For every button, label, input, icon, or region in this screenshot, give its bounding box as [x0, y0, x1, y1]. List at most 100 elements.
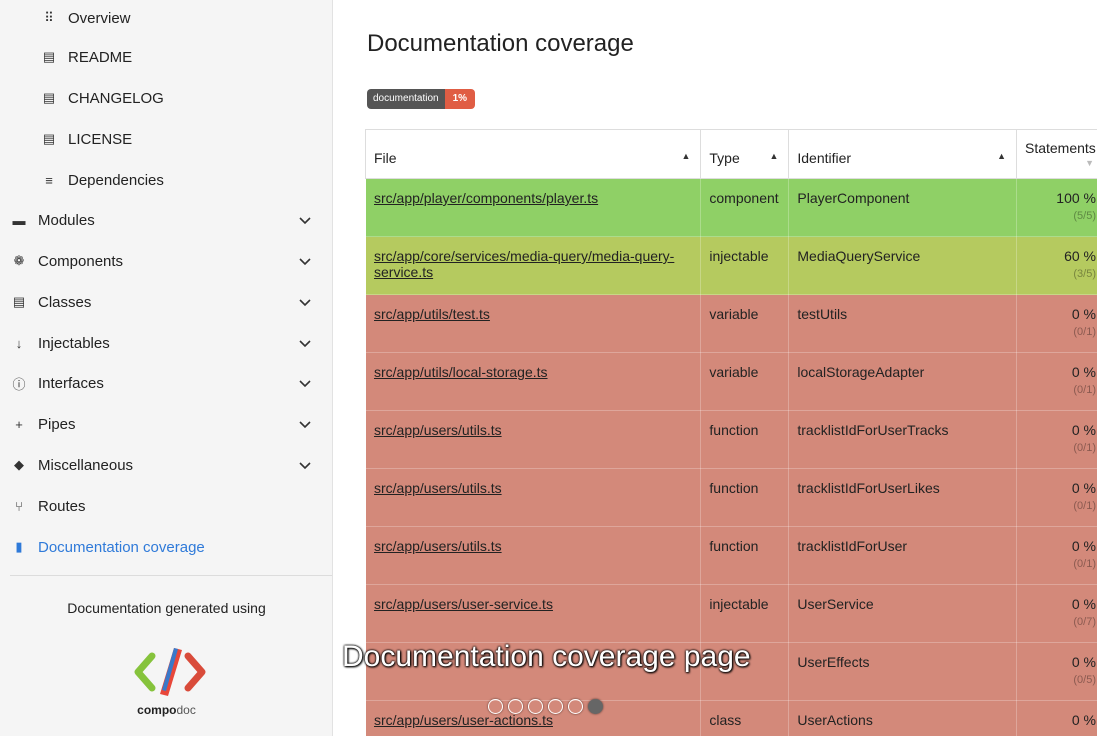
statements-cell: 0 % (0/7): [1015, 584, 1097, 643]
chevron-down-icon[interactable]: [297, 212, 313, 228]
chevron-down-icon[interactable]: [297, 416, 313, 432]
statements-percent: 60 %: [1064, 248, 1096, 264]
identifier-cell: PlayerComponent: [788, 178, 1017, 237]
page-title: Documentation coverage: [367, 30, 634, 57]
sidebar-item-label: Classes: [38, 293, 92, 311]
identifier-cell: testUtils: [788, 294, 1017, 353]
file-link[interactable]: src/app/users/user-service.ts: [374, 596, 553, 612]
file-icon: ▤: [12, 294, 26, 309]
info-icon: ⓘ: [12, 376, 26, 392]
header-label: Type: [709, 150, 740, 166]
column-header-statements[interactable]: Statements ▼: [1015, 129, 1097, 179]
table-header-row: File ▲ Type ▲ Identifier ▲ Statements ▼: [364, 129, 1097, 179]
identifier-cell: MediaQueryService: [788, 236, 1017, 295]
file-link[interactable]: src/app/users/user-actions.ts: [374, 712, 553, 728]
main-content: Documentation coverage documentation 1% …: [334, 0, 1097, 736]
statements-fraction: (0/1): [1073, 442, 1096, 454]
file-cell: src/app/player/components/player.ts: [364, 178, 702, 237]
table-row: src/app/utils/test.ts variable testUtils 0 …: [364, 294, 1097, 353]
sidebar-item-classes[interactable]: ▤ Classes: [0, 282, 332, 322]
grid-icon: ⠿: [44, 10, 54, 25]
statements-cell: 100 % (5/5): [1015, 178, 1097, 237]
chevron-down-icon[interactable]: [297, 457, 313, 473]
slide-pagination: [488, 699, 603, 714]
statements-percent: 0 %: [1071, 596, 1096, 612]
slide-dot[interactable]: [508, 699, 523, 714]
statements-cell: 0 % (0/1): [1015, 352, 1097, 411]
slide-dot[interactable]: [588, 699, 603, 714]
compodoc-logo[interactable]: [130, 642, 210, 702]
file-link[interactable]: src/app/users/utils.ts: [374, 480, 502, 496]
statements-cell: 0 % (0/1): [1015, 526, 1097, 585]
statements-fraction: (0/1): [1073, 500, 1096, 512]
type-cell: class: [700, 700, 790, 736]
file-link[interactable]: src/app/users/utils.ts: [374, 538, 502, 554]
statements-fraction: (5/5): [1073, 210, 1096, 222]
slide-dot[interactable]: [568, 699, 583, 714]
sidebar-item-routes[interactable]: ⑂ Routes: [0, 486, 332, 526]
cube-icon: ◆: [14, 457, 24, 472]
identifier-cell: UserEffects: [788, 642, 1017, 701]
chevron-down-icon[interactable]: [297, 253, 313, 269]
table-row: src/app/users/user-service.ts injectable U…: [364, 584, 1097, 643]
file-link[interactable]: src/app/core/services/media-query/media-…: [374, 248, 674, 280]
statements-cell: 60 % (3/5): [1015, 236, 1097, 295]
file-link[interactable]: src/app/utils/local-storage.ts: [374, 364, 548, 380]
sidebar-item-label: Pipes: [38, 415, 76, 433]
file-cell: src/app/users/user-service.ts: [364, 584, 702, 643]
sidebar-item-label: LICENSE: [68, 130, 133, 148]
statements-percent: 0 %: [1071, 712, 1096, 728]
statements-cell: 0 % (0/1): [1015, 468, 1097, 527]
sidebar-item-overview[interactable]: ⠿ Overview: [0, 0, 332, 38]
sidebar-item-changelog[interactable]: ▤ CHANGELOG: [0, 78, 332, 118]
sidebar-item-readme[interactable]: ▤ README: [0, 37, 332, 77]
badge-value: 1%: [444, 89, 476, 109]
statements-cell: 0 % (0/1): [1015, 294, 1097, 353]
file-link[interactable]: src/app/player/components/player.ts: [374, 190, 598, 206]
file-link[interactable]: src/app/users/utils.ts: [374, 422, 502, 438]
column-header-type[interactable]: Type ▲: [700, 129, 790, 179]
type-cell: function: [700, 410, 790, 469]
file-cell: src/app/utils/test.ts: [364, 294, 702, 353]
file-cell: src/app/users/utils.ts: [364, 468, 702, 527]
sidebar-item-label: Components: [38, 252, 124, 270]
chevron-down-icon[interactable]: [297, 294, 313, 310]
sidebar-item-dependencies[interactable]: ≡ Dependencies: [0, 160, 332, 200]
sidebar-item-modules[interactable]: ▬ Modules: [0, 200, 332, 240]
identifier-cell: tracklistIdForUserTracks: [788, 410, 1017, 469]
statements-fraction: (0/1): [1073, 384, 1096, 396]
column-header-identifier[interactable]: Identifier ▲: [788, 129, 1017, 179]
compodoc-logo-text: compodoc: [0, 703, 332, 717]
slide-dot[interactable]: [528, 699, 543, 714]
sidebar-item-components[interactable]: ❁ Components: [0, 241, 332, 281]
slide-dot[interactable]: [548, 699, 563, 714]
statements-percent: 0 %: [1071, 422, 1096, 438]
header-label: Statements: [1024, 140, 1096, 156]
statements-cell: 0 %: [1015, 700, 1097, 736]
file-link[interactable]: src/app/utils/test.ts: [374, 306, 490, 322]
sidebar-item-pipes[interactable]: + Pipes: [0, 404, 332, 444]
file-cell: src/app/users/utils.ts: [364, 526, 702, 585]
generated-using-text: Documentation generated using: [67, 600, 266, 616]
book-icon: ▤: [42, 131, 56, 146]
chevron-down-icon[interactable]: [297, 375, 313, 391]
bar-chart-icon: ▮: [15, 539, 23, 554]
sidebar-item-miscellaneous[interactable]: ◆ Miscellaneous: [0, 445, 332, 485]
chevron-down-icon[interactable]: [297, 335, 313, 351]
sidebar-item-label: Overview: [68, 9, 131, 27]
slide-dot[interactable]: [488, 699, 503, 714]
sidebar-item-injectables[interactable]: ↓ Injectables: [0, 323, 332, 363]
statements-fraction: (0/5): [1073, 674, 1096, 686]
sidebar-item-license[interactable]: ▤ LICENSE: [0, 119, 332, 159]
identifier-cell: localStorageAdapter: [788, 352, 1017, 411]
archive-icon: ▬: [12, 212, 26, 228]
sidebar-item-label: Injectables: [38, 334, 110, 352]
sidebar-item-interfaces[interactable]: ⓘ Interfaces: [0, 363, 332, 403]
sidebar-item-label: Interfaces: [38, 374, 104, 392]
file-cell: src/app/utils/local-storage.ts: [364, 352, 702, 411]
column-header-file[interactable]: File ▲: [364, 129, 702, 179]
identifier-cell: UserService: [788, 584, 1017, 643]
sidebar-item-documentation-coverage[interactable]: ▮ Documentation coverage: [0, 527, 332, 567]
plus-icon: +: [15, 416, 23, 432]
identifier-cell: tracklistIdForUserLikes: [788, 468, 1017, 527]
